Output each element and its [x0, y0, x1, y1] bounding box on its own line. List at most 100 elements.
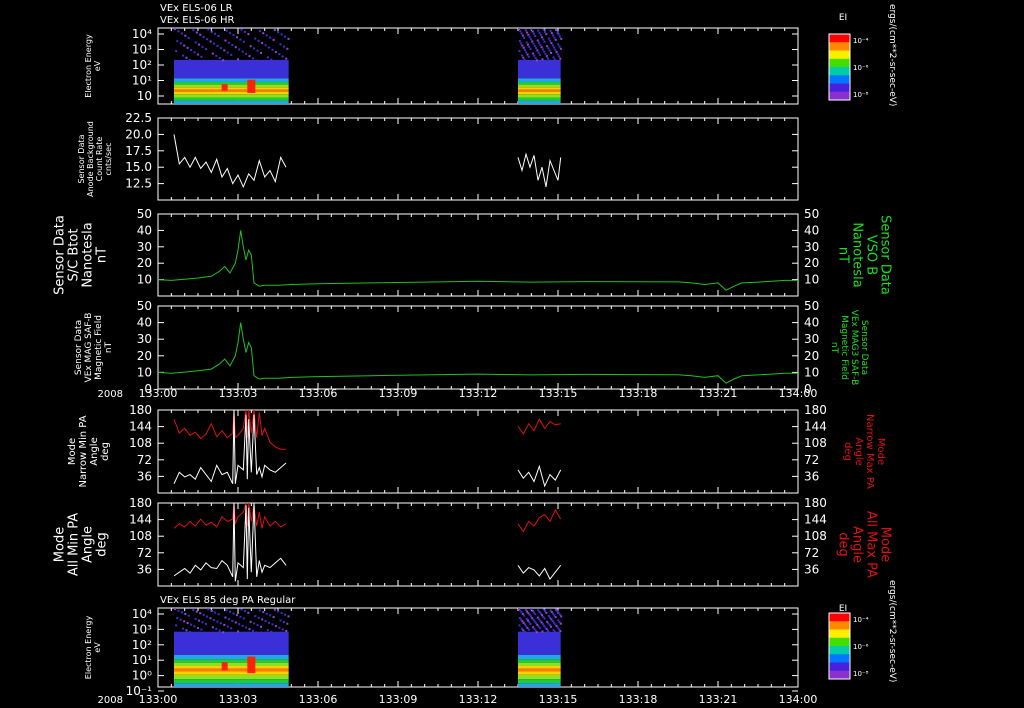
- x-tick-label: 133:03: [219, 387, 258, 400]
- y-tick-label-right: 20: [804, 256, 819, 270]
- spectrogram-speck: [532, 42, 535, 45]
- spectrogram-speck: [269, 614, 272, 617]
- spectrogram-speck: [256, 49, 259, 52]
- spectrogram-speck: [192, 29, 195, 32]
- y-tick-label-right: 30: [804, 240, 819, 254]
- spectrogram-speck: [190, 623, 193, 626]
- y-tick-label-right: 108: [804, 529, 827, 543]
- spectrogram-speck: [204, 622, 207, 625]
- colorbar-swatch: [829, 42, 850, 51]
- spectrogram-speck: [525, 41, 528, 44]
- spectrogram-speck: [554, 38, 557, 41]
- colorbar-swatch: [829, 50, 850, 60]
- spectrogram-band: [174, 671, 289, 675]
- spectrogram-speck: [560, 615, 563, 618]
- colorbar-swatch: [829, 613, 850, 622]
- spectrogram-speck: [284, 613, 287, 616]
- x-tick-label: 133:12: [459, 387, 498, 400]
- y-tick-label: 50: [137, 299, 152, 313]
- spectrogram-speck: [558, 35, 561, 38]
- spectrogram-speck: [559, 630, 562, 633]
- spectrogram-speck: [559, 47, 562, 50]
- spectrogram-speck: [226, 51, 229, 54]
- colorbar-swatch: [829, 621, 850, 630]
- x-tick-label: 133:00: [139, 387, 178, 400]
- y-axis-label-right-line: Nanotesla: [850, 222, 865, 287]
- spectrogram-speck: [560, 37, 563, 40]
- colorbar-tick-label: 10⁻⁸: [853, 670, 869, 678]
- spectrogram-speck: [238, 48, 241, 51]
- spectrogram-speck: [535, 59, 538, 62]
- spectrogram-band: [174, 659, 289, 663]
- spectrogram-speck: [285, 57, 288, 60]
- y-tick-label: 17.5: [125, 144, 152, 158]
- spectrogram-band: [518, 87, 561, 90]
- spectrogram-speck: [520, 42, 523, 45]
- spectrogram-speck: [200, 628, 203, 631]
- spectrogram-speck: [265, 612, 268, 615]
- spectrogram-speck: [278, 626, 281, 629]
- spectrogram-speck: [251, 57, 254, 60]
- spectrogram-speck: [522, 46, 525, 49]
- spectrogram-speck: [553, 36, 556, 39]
- spectrogram-speck: [285, 630, 288, 633]
- spectrogram-speck: [240, 608, 243, 611]
- y-axis-label-line: Sensor Data: [74, 320, 84, 375]
- spectrogram-speck: [527, 628, 530, 631]
- y-tick-label-right: 144: [804, 513, 827, 527]
- year-label-bottom: 2008: [98, 695, 123, 706]
- spectrogram-speck: [180, 32, 183, 35]
- spectrogram-speck: [261, 618, 264, 621]
- spectrogram-speck: [198, 43, 201, 46]
- spectrogram-band: [518, 683, 561, 687]
- spectrogram-speck: [541, 58, 544, 61]
- y-tick-label: 36: [137, 562, 152, 576]
- spectrogram-speck: [540, 46, 543, 49]
- spectrogram-speck: [266, 56, 269, 59]
- spectrogram-band: [518, 84, 561, 88]
- colorbar-swatch: [829, 654, 850, 663]
- spectrogram-speck: [273, 28, 276, 31]
- spectrogram-speck: [232, 612, 235, 615]
- y-tick-label: 12.5: [125, 177, 152, 191]
- y-axis-label-line: Sensor Data: [77, 134, 86, 183]
- y-tick-label: 30: [137, 240, 152, 254]
- y-tick-label: 22.5: [125, 111, 152, 125]
- spectrogram-speck: [255, 631, 258, 634]
- spectrogram-speck: [243, 30, 246, 33]
- spectrogram-speck: [268, 621, 271, 624]
- spectrogram-hotspot: [247, 656, 256, 674]
- spectrogram-speck: [539, 34, 542, 37]
- spectrogram-speck: [532, 32, 535, 35]
- spectrogram-speck: [177, 609, 180, 612]
- spectrogram-speck: [518, 50, 521, 53]
- y-axis-label-line: nT: [104, 341, 114, 353]
- y-tick-label-right: 72: [804, 453, 819, 467]
- year-label-mid: 2008: [98, 389, 123, 400]
- spectrogram-speck: [204, 48, 207, 51]
- spectrogram-speck: [266, 629, 269, 632]
- colorbar-swatch: [829, 67, 850, 76]
- spectrogram-speck: [201, 621, 204, 624]
- colorbar-units-top: ergs/(cm**2-sr-sec-eV): [887, 4, 897, 106]
- spectrogram-speck: [533, 44, 536, 47]
- spectrogram-speck: [240, 28, 243, 31]
- y-tick-label-right: 10: [804, 365, 819, 379]
- spectrogram-speck: [212, 42, 215, 45]
- y-axis-label-right-line: Magnetic Field: [839, 315, 849, 380]
- spectrogram-speck: [537, 609, 540, 612]
- y-axis-label-line: Narrow Min PA: [78, 415, 89, 487]
- colorbar-tick-label: 10⁻⁶: [853, 643, 869, 651]
- y-tick-label-right: 20: [804, 349, 819, 363]
- spectrogram-speck: [187, 36, 190, 39]
- spectrogram-speck: [534, 35, 537, 38]
- spectrogram-speck: [222, 59, 225, 62]
- spectrogram-speck: [239, 615, 242, 618]
- spectrogram-speck: [545, 55, 548, 58]
- spectrogram-speck: [550, 42, 553, 45]
- y-tick-label: 10: [137, 89, 152, 103]
- spectrogram-band: [518, 665, 561, 669]
- spectrogram-speck: [237, 58, 240, 61]
- spectrogram-speck: [257, 39, 260, 42]
- spectrogram-speck: [535, 631, 538, 634]
